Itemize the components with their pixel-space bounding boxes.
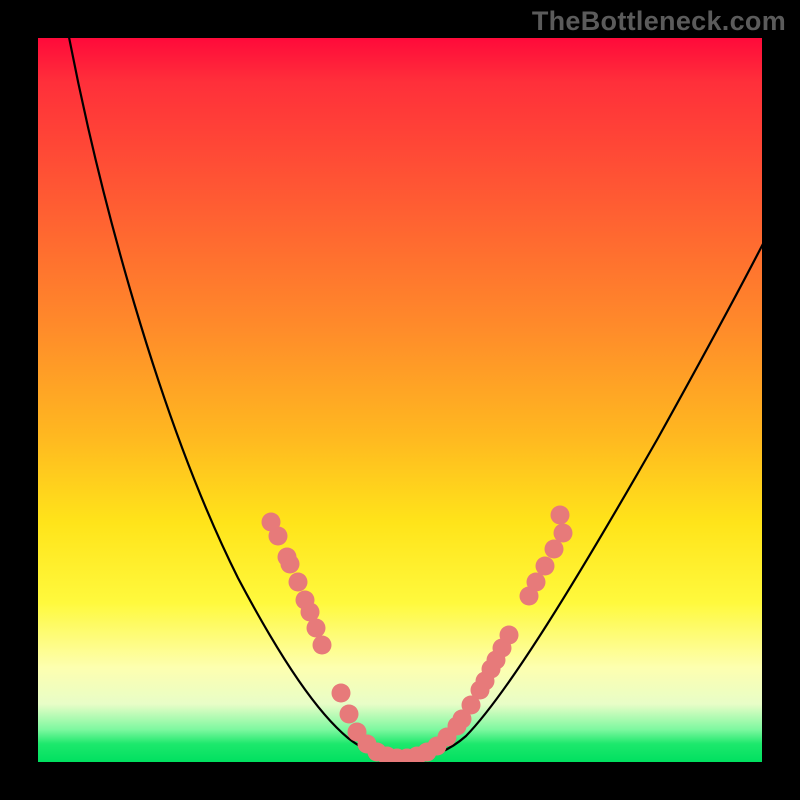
- chart-svg: [38, 38, 762, 762]
- data-point: [554, 524, 573, 543]
- data-point: [527, 573, 546, 592]
- plot-area: [38, 38, 762, 762]
- data-point: [332, 684, 351, 703]
- data-point: [545, 540, 564, 559]
- bottleneck-curve: [68, 38, 762, 758]
- data-point: [269, 527, 288, 546]
- data-points-group: [262, 506, 573, 763]
- chart-frame: TheBottleneck.com: [0, 0, 800, 800]
- data-point: [536, 557, 555, 576]
- data-point: [551, 506, 570, 525]
- data-point: [289, 573, 308, 592]
- data-point: [307, 619, 326, 638]
- data-point: [281, 555, 300, 574]
- data-point: [500, 626, 519, 645]
- data-point: [313, 636, 332, 655]
- watermark-text: TheBottleneck.com: [532, 6, 786, 37]
- data-point: [340, 705, 359, 724]
